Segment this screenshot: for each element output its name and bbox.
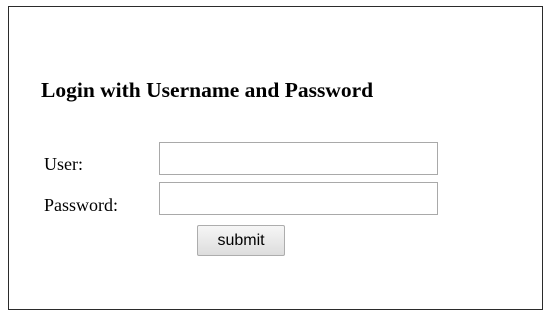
user-input[interactable] <box>159 142 438 175</box>
login-frame: Login with Username and Password User: P… <box>8 6 543 310</box>
password-label: Password: <box>44 195 119 215</box>
password-input[interactable] <box>159 182 438 215</box>
submit-button[interactable]: submit <box>197 225 285 256</box>
page-title: Login with Username and Password <box>41 78 374 102</box>
user-label: User: <box>44 154 83 174</box>
